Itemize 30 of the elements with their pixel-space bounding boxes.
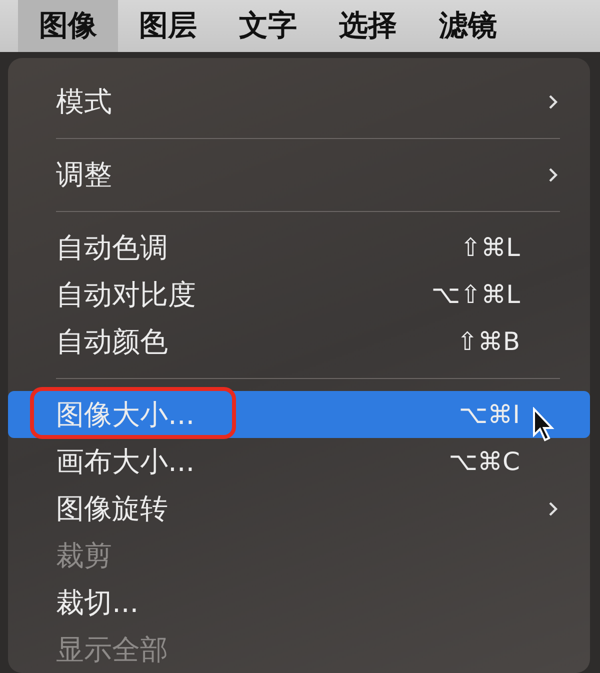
menu-item[interactable]: 自动对比度 ⌥⇧⌘L bbox=[8, 271, 590, 318]
shortcut-label: ⇧⌘L bbox=[460, 233, 520, 262]
menu-item[interactable]: 画布大小... ⌥⌘C bbox=[8, 438, 590, 485]
menu-item-label: 模式 bbox=[56, 84, 113, 120]
cursor-icon bbox=[532, 407, 556, 443]
shortcut-label: ⌥⌘I bbox=[458, 400, 520, 429]
menu-item-label: 图像旋转 bbox=[56, 490, 169, 526]
menu-bar-item[interactable]: 图像 bbox=[18, 0, 118, 52]
menu-item-label: 自动对比度 bbox=[56, 276, 197, 312]
menu-item[interactable]: 自动色调 ⇧⌘L bbox=[8, 224, 590, 271]
menu-item-label: 自动颜色 bbox=[56, 324, 169, 360]
menu-item-label: 自动色调 bbox=[56, 230, 169, 266]
menu-item[interactable]: 模式 bbox=[8, 78, 590, 125]
menu-item[interactable]: 调整 bbox=[8, 151, 590, 198]
shortcut-label: ⌥⌘C bbox=[448, 447, 520, 476]
menu-item-label: 图像大小... bbox=[56, 396, 196, 432]
menu-bar-item[interactable]: 图层 bbox=[118, 0, 218, 52]
menu-bar-item[interactable]: 滤镜 bbox=[418, 0, 518, 52]
shortcut-label: ⇧⌘B bbox=[456, 327, 520, 356]
menu-item[interactable]: 自动颜色 ⇧⌘B bbox=[8, 318, 590, 365]
shortcut-label: ⌥⇧⌘L bbox=[431, 280, 520, 309]
menu-bar-item[interactable]: 选择 bbox=[318, 0, 418, 52]
menu-item-label: 画布大小... bbox=[56, 444, 196, 480]
menu-item-label: 裁切... bbox=[56, 584, 140, 620]
menu-item-label: 调整 bbox=[56, 156, 113, 192]
menu-bar-item[interactable]: 文字 bbox=[218, 0, 318, 52]
menu-item-label: 裁剪 bbox=[56, 538, 113, 574]
menu-item[interactable]: 裁切... bbox=[8, 579, 590, 626]
menu-item-label: 显示全部 bbox=[56, 632, 169, 668]
menu-item[interactable]: 图像旋转 bbox=[8, 485, 590, 532]
